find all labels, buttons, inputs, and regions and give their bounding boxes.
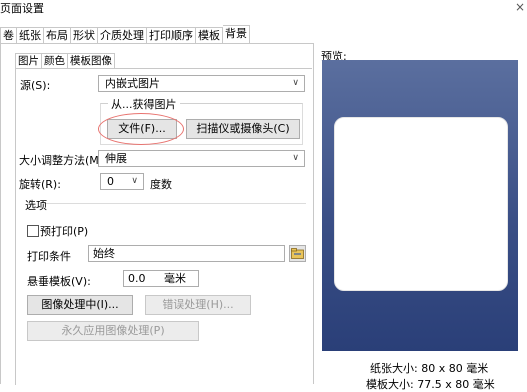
- tab-media-handling[interactable]: 介质处理: [98, 27, 147, 43]
- permanent-apply-button[interactable]: 永久应用图像处理(P): [27, 321, 199, 341]
- close-icon[interactable]: ×: [515, 0, 525, 14]
- highlight-ring: [98, 113, 184, 145]
- print-condition-label: 打印条件: [27, 250, 71, 263]
- source-label: 源(S):: [20, 79, 51, 92]
- rotate-label: 旋转(R):: [19, 178, 61, 191]
- template-size-text: 模板大小: 77.5 x 80 毫米: [366, 378, 495, 391]
- rotate-value: 0: [107, 175, 114, 188]
- obtain-group-title: 从...获得图片: [108, 96, 180, 112]
- hang-label: 悬垂模板(V):: [27, 275, 91, 288]
- tab-shape[interactable]: 形状: [71, 27, 98, 43]
- tab-background[interactable]: 背景: [223, 25, 250, 43]
- options-divider: [44, 203, 306, 204]
- tab-roll[interactable]: 卷: [0, 27, 17, 43]
- tab-paper[interactable]: 纸张: [17, 27, 44, 43]
- resize-value: 伸展: [105, 152, 127, 165]
- chevron-down-icon: ∨: [292, 153, 299, 163]
- sub-tab-bar: 图片 颜色 模板图像: [15, 53, 115, 69]
- hang-unit: 毫米: [164, 272, 186, 285]
- source-value: 内嵌式图片: [105, 77, 160, 90]
- paper-size-text: 纸张大小: 80 x 80 毫米: [370, 362, 489, 375]
- preprint-checkbox[interactable]: [27, 225, 39, 237]
- chevron-down-icon: ∨: [292, 78, 299, 88]
- chevron-down-icon: ∨: [131, 176, 138, 186]
- resize-label: 大小调整方法(M):: [19, 154, 107, 167]
- error-handling-button[interactable]: 错误处理(H)...: [145, 295, 251, 315]
- image-processing-button[interactable]: 图像处理中(I)...: [27, 295, 133, 315]
- tab-print-order[interactable]: 打印顺序: [147, 27, 196, 43]
- resize-select[interactable]: 伸展 ∨: [98, 150, 305, 167]
- options-title: 选项: [25, 199, 47, 212]
- subtab-color[interactable]: 颜色: [42, 53, 68, 68]
- rotate-select[interactable]: 0 ∨: [100, 173, 144, 190]
- main-tab-bar: 卷 纸张 布局 形状 介质处理 打印顺序 模板 背景: [0, 25, 250, 43]
- preview-label-shape: [334, 117, 508, 291]
- print-condition-field[interactable]: 始终: [88, 245, 285, 262]
- tab-template[interactable]: 模板: [196, 27, 223, 43]
- folder-icon[interactable]: [289, 245, 306, 262]
- scanner-button[interactable]: 扫描仪或摄像头(C): [186, 119, 300, 139]
- subtab-image[interactable]: 图片: [15, 53, 42, 68]
- hang-field[interactable]: 0.0 毫米: [123, 270, 199, 287]
- rotate-unit: 度数: [150, 178, 172, 191]
- source-select[interactable]: 内嵌式图片 ∨: [98, 75, 305, 92]
- window-title: 页面设置: [0, 2, 44, 15]
- preprint-label: 预打印(P): [40, 225, 89, 238]
- hang-value: 0.0: [128, 272, 146, 285]
- tab-layout[interactable]: 布局: [44, 27, 71, 43]
- subtab-template-image[interactable]: 模板图像: [68, 53, 115, 68]
